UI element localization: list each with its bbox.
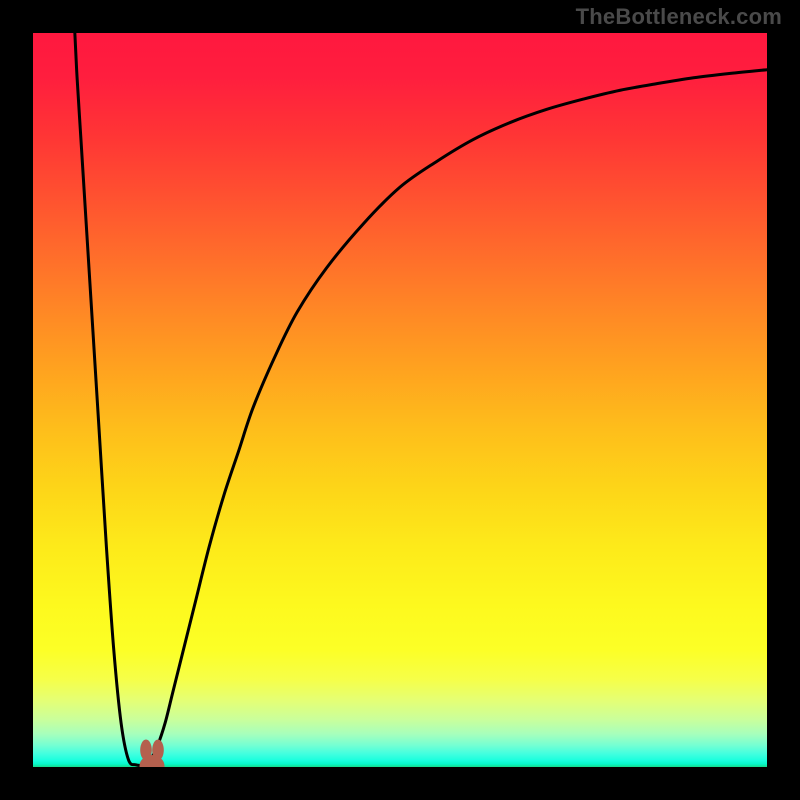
chart-frame: TheBottleneck.com: [0, 0, 800, 800]
marker-icon: [132, 739, 170, 767]
plot-area: [33, 33, 767, 767]
bottleneck-curve: [33, 33, 767, 767]
watermark-text: TheBottleneck.com: [576, 4, 782, 30]
